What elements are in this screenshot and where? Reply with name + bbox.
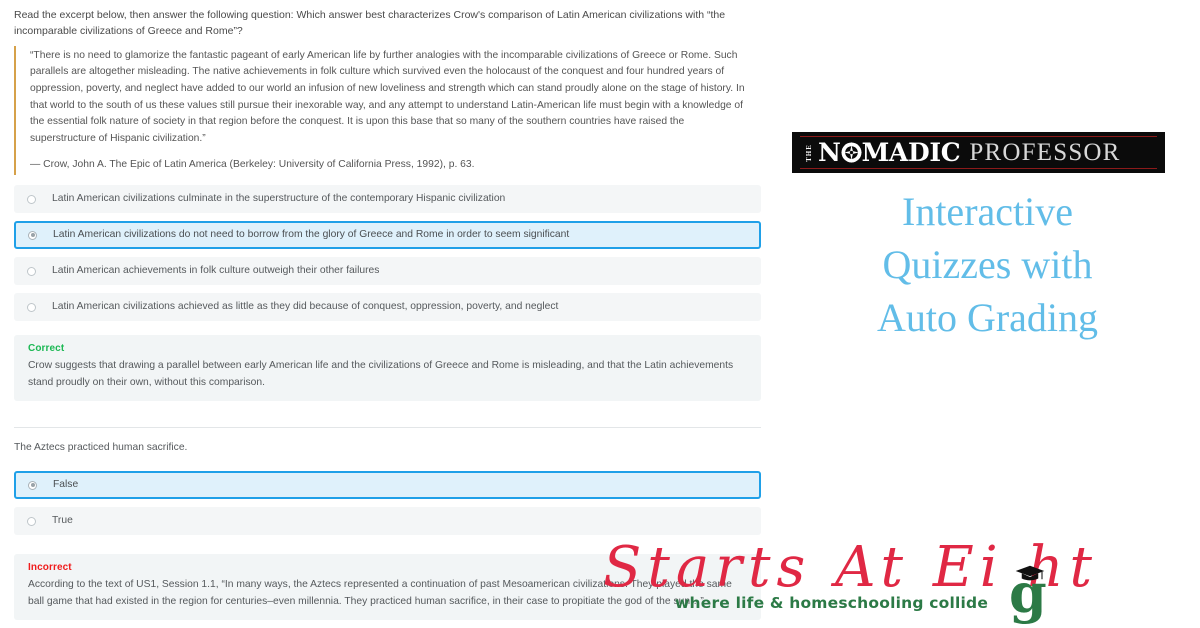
option-label: Latin American civilizations achieved as… bbox=[52, 301, 559, 313]
option-q1-0[interactable]: Latin American civilizations culminate i… bbox=[14, 185, 761, 214]
question1-feedback: Correct Crow suggests that drawing a par… bbox=[14, 335, 761, 402]
logo-nomadic-text: N MADIC bbox=[818, 138, 961, 167]
question-prompt: Read the excerpt below, then answer the … bbox=[14, 9, 726, 38]
compass-rose-icon bbox=[840, 142, 862, 163]
question2-options: False True bbox=[14, 471, 761, 536]
feedback-status-badge: Correct bbox=[28, 343, 65, 355]
feedback-body: According to the text of US1, Session 1.… bbox=[28, 579, 732, 607]
logo-the-text: THE bbox=[805, 143, 813, 162]
option-label: Latin American civilizations do not need… bbox=[53, 229, 570, 241]
question2-feedback: Incorrect According to the text of US1, … bbox=[14, 554, 761, 621]
nomadic-professor-logo: THE N MADIC PROFESSOR bbox=[792, 132, 1165, 173]
promo-pane: THE N MADIC PROFESSOR Interactive Quizze… bbox=[775, 0, 1200, 628]
option-label: True bbox=[52, 515, 73, 527]
option-label: False bbox=[53, 479, 79, 491]
promo-heading-line-1: Interactive bbox=[902, 189, 1073, 234]
option-q2-false[interactable]: False bbox=[14, 471, 761, 500]
feedback-body: Crow suggests that drawing a parallel be… bbox=[28, 360, 734, 388]
radio-icon[interactable] bbox=[27, 266, 36, 276]
radio-icon[interactable] bbox=[28, 480, 37, 490]
option-q1-2[interactable]: Latin American achievements in folk cult… bbox=[14, 257, 761, 286]
logo-nomadic-madic: MADIC bbox=[861, 138, 961, 167]
option-q2-true[interactable]: True bbox=[14, 507, 761, 536]
question1-options: Latin American civilizations culminate i… bbox=[14, 185, 761, 322]
promo-heading-line-2: Quizzes with bbox=[882, 241, 1093, 287]
promo-heading: Interactive Quizzes with Auto Grading bbox=[775, 186, 1200, 344]
quiz-pane: Read the excerpt below, then answer the … bbox=[0, 0, 775, 628]
radio-icon[interactable] bbox=[27, 302, 36, 312]
logo-professor-text: PROFESSOR bbox=[969, 139, 1121, 166]
logo-nomadic-n: N bbox=[818, 138, 841, 167]
section-divider bbox=[14, 427, 761, 429]
promo-heading-line-3: Auto Grading bbox=[876, 294, 1099, 340]
radio-icon[interactable] bbox=[27, 516, 36, 526]
option-label: Latin American achievements in folk cult… bbox=[52, 265, 380, 277]
excerpt-blockquote: “There is no need to glamorize the fanta… bbox=[14, 45, 775, 176]
question2-text: The Aztecs practiced human sacrifice. bbox=[14, 442, 188, 454]
option-label: Latin American civilizations culminate i… bbox=[52, 193, 506, 205]
excerpt-body: “There is no need to glamorize the fanta… bbox=[30, 49, 745, 144]
radio-icon[interactable] bbox=[27, 194, 36, 204]
option-q1-3[interactable]: Latin American civilizations achieved as… bbox=[14, 293, 761, 322]
radio-icon[interactable] bbox=[28, 230, 37, 240]
excerpt-citation: — Crow, John A. The Epic of Latin Americ… bbox=[30, 158, 475, 170]
option-q1-1[interactable]: Latin American civilizations do not need… bbox=[14, 221, 761, 250]
feedback-status-badge: Incorrect bbox=[28, 562, 72, 574]
